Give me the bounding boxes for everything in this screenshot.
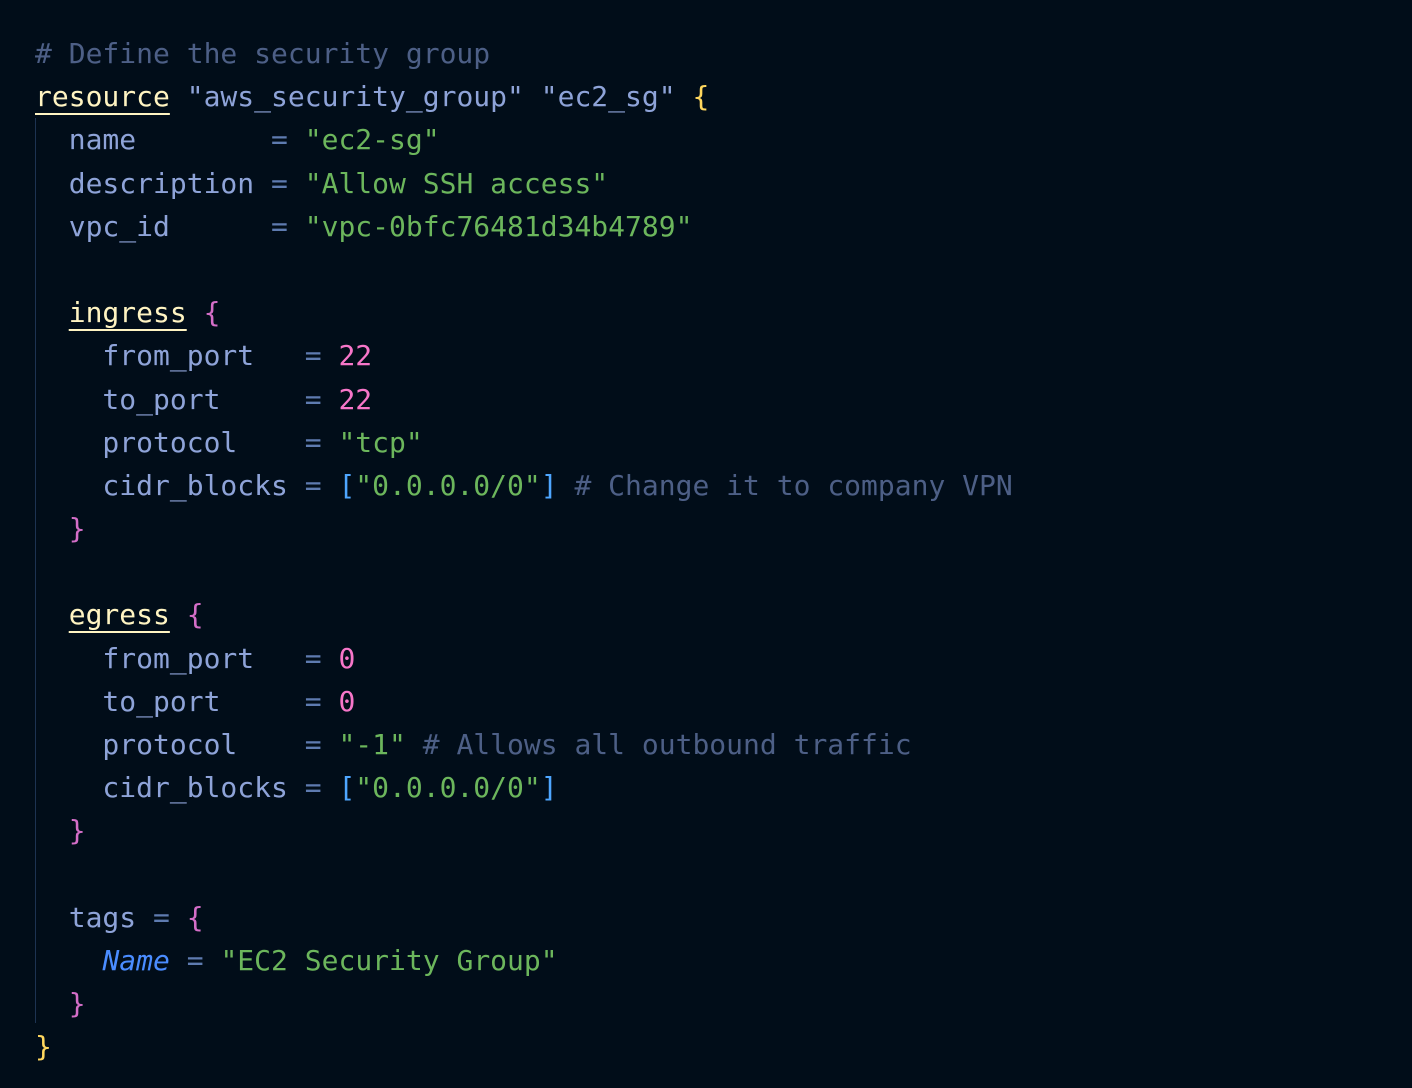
code-editor[interactable]: # Define the security group resource "aws…: [0, 0, 1412, 1088]
code-line[interactable]: }: [35, 982, 1013, 1025]
code-line[interactable]: to_port = 22: [35, 378, 1013, 421]
code-line[interactable]: protocol = "tcp": [35, 421, 1013, 464]
code-token-attr: tags: [35, 900, 154, 934]
code-line[interactable]: protocol = "-1" # Allows all outbound tr…: [35, 723, 1013, 766]
code-token-comment: # Allows all outbound traffic: [405, 728, 912, 761]
code-token-op: [35, 987, 69, 1020]
code-line[interactable]: tags = {: [35, 896, 1013, 939]
code-token-op: [35, 814, 69, 847]
code-token-bracket: ]: [540, 771, 558, 805]
code-token-num: 22: [338, 382, 373, 416]
code-token-attr: protocol: [35, 425, 305, 459]
code-token-comment: # Change it to company VPN: [557, 468, 1013, 502]
code-line[interactable]: [35, 248, 1013, 291]
code-line[interactable]: }: [35, 809, 1013, 852]
code-token-italic: Name: [102, 943, 170, 977]
code-token-attr: cidr_blocks: [35, 468, 305, 502]
code-line[interactable]: description = "Allow SSH access": [35, 162, 1013, 205]
code-token-op: =: [304, 771, 339, 805]
code-token-num: 0: [338, 684, 356, 718]
code-token-brace-y: {: [692, 80, 710, 114]
code-line[interactable]: cidr_blocks = ["0.0.0.0/0"]: [35, 766, 1013, 809]
code-token-attr: protocol: [35, 728, 305, 761]
code-token-string: "tcp": [338, 425, 423, 459]
code-token-op: =: [304, 339, 339, 373]
code-token-brace-y: }: [35, 1030, 52, 1064]
code-line[interactable]: }: [35, 507, 1013, 550]
code-line[interactable]: name = "ec2-sg": [35, 118, 1013, 161]
code-token-string: "0.0.0.0/0": [355, 771, 541, 805]
code-line[interactable]: [35, 550, 1013, 593]
code-token-attr: "ec2_sg": [540, 80, 676, 114]
code-token-op: [187, 296, 204, 329]
code-token-brace-m: {: [186, 900, 204, 934]
code-token-op: =: [304, 468, 339, 502]
code-token-attr: from_port: [35, 641, 305, 675]
code-line[interactable]: ingress {: [35, 291, 1013, 334]
code-line[interactable]: [35, 853, 1013, 896]
code-token-attr: cidr_blocks: [35, 771, 305, 805]
code-line[interactable]: # Define the security group: [35, 32, 1013, 75]
code-token-op: =: [271, 123, 305, 157]
code-token-attr: to_port: [35, 684, 305, 718]
code-token-string: "EC2 Security Group": [220, 943, 558, 977]
code-token-attr: from_port: [35, 339, 305, 373]
code-token-op: =: [304, 382, 339, 416]
code-line[interactable]: egress {: [35, 593, 1013, 636]
code-token-op: [35, 512, 69, 545]
code-token-op: [524, 80, 541, 113]
code-token-keyword: egress: [68, 598, 170, 632]
code-token-string: "-1": [338, 728, 406, 761]
code-token-op: =: [271, 209, 305, 243]
code-token-attr: to_port: [35, 382, 305, 416]
code-token-attr: vpc_id: [35, 209, 272, 243]
code-line[interactable]: from_port = 22: [35, 334, 1013, 377]
code-token-string: "vpc-0bfc76481d34b4789": [304, 209, 693, 243]
code-token-bracket: [: [338, 771, 356, 805]
code-line[interactable]: to_port = 0: [35, 680, 1013, 723]
code-token-op: =: [153, 900, 187, 934]
code-token-string: "Allow SSH access": [304, 166, 609, 200]
code-token-string: "ec2-sg": [304, 123, 440, 157]
code-line[interactable]: from_port = 0: [35, 637, 1013, 680]
code-token-attr: "aws_security_group": [186, 80, 524, 114]
code-token-brace-m: }: [68, 987, 86, 1021]
code-line[interactable]: }: [35, 1025, 1013, 1068]
code-token-op: =: [304, 684, 339, 718]
code-token-string: "0.0.0.0/0": [355, 468, 541, 502]
code-token-op: [35, 296, 69, 329]
code-token-op: =: [304, 641, 339, 675]
code-token-op: =: [304, 728, 339, 761]
code-token-bracket: ]: [540, 468, 558, 502]
code-token-brace-m: {: [186, 598, 204, 632]
code-token-brace-m: }: [68, 512, 86, 546]
code-token-op: =: [169, 943, 221, 977]
code-line[interactable]: Name = "EC2 Security Group": [35, 939, 1013, 982]
code-token-brace-m: {: [203, 296, 221, 330]
code-token-op: [676, 80, 693, 113]
code-token-brace-m: }: [68, 814, 86, 848]
code-line[interactable]: cidr_blocks = ["0.0.0.0/0"] # Change it …: [35, 464, 1013, 507]
code-token-attr: description: [35, 166, 272, 200]
code-token-op: =: [304, 425, 339, 459]
code-token-attr: name: [35, 123, 272, 157]
code-token-bracket: [: [338, 468, 356, 502]
code-token-comment: # Define the security group: [35, 37, 491, 70]
code-token-num: 22: [338, 339, 373, 373]
code-token-op: [170, 598, 187, 631]
code-line[interactable]: resource "aws_security_group" "ec2_sg" {: [35, 75, 1013, 118]
code-token-op: [35, 944, 102, 977]
code-token-op: =: [271, 166, 305, 200]
code-line[interactable]: vpc_id = "vpc-0bfc76481d34b4789": [35, 205, 1013, 248]
code-block[interactable]: # Define the security group resource "aws…: [35, 32, 1013, 1069]
code-token-op: [170, 80, 187, 113]
code-token-keyword: resource: [35, 80, 170, 114]
code-token-num: 0: [338, 641, 356, 675]
code-token-keyword: ingress: [68, 296, 187, 330]
code-token-op: [35, 598, 69, 631]
